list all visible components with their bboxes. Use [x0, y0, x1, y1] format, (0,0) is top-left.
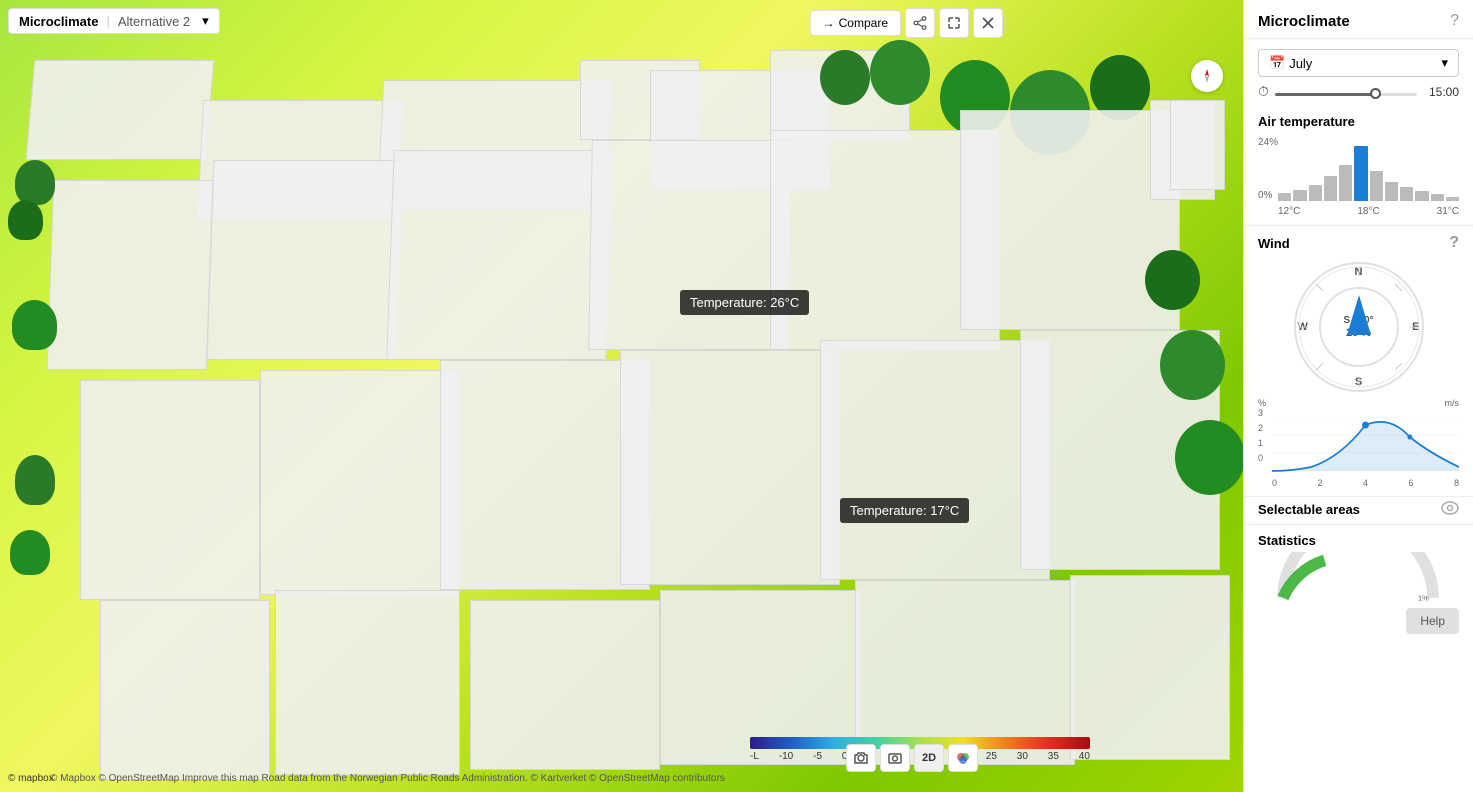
map-attribution: © Mapbox © OpenStreetMap Improve this ma… — [50, 773, 725, 784]
air-temperature-section: 24% 0% 12°C 18°C 31°C — [1244, 133, 1473, 225]
camera-icon-btn[interactable] — [846, 744, 876, 772]
ws-curve — [1272, 417, 1459, 472]
histogram-bars — [1278, 143, 1459, 201]
visibility-icon[interactable] — [1441, 501, 1459, 518]
histogram-bar-4 — [1339, 165, 1352, 201]
2d-mode-btn[interactable]: 2D — [914, 744, 944, 772]
month-selector[interactable]: 📅 July ▾ — [1258, 49, 1459, 77]
top-right-controls: → Compare — [810, 8, 1003, 38]
histogram-bar-9 — [1415, 191, 1428, 201]
histogram-bar-0 — [1278, 193, 1291, 201]
title-dropdown[interactable]: Microclimate | Alternative 2 ▾ — [8, 8, 220, 34]
wind-speed-chart: % m/s 3 2 1 0 — [1258, 398, 1459, 488]
share-button[interactable] — [905, 8, 935, 38]
photo-btn[interactable] — [880, 744, 910, 772]
temperature-tooltip-1: Temperature: 26°C — [680, 290, 809, 315]
panel-header: Microclimate ? — [1244, 0, 1473, 39]
statistics-gauge: 1% — [1258, 552, 1459, 602]
statistics-section: Statistics 1% — [1244, 524, 1473, 608]
wind-help-icon[interactable]: ? — [1449, 234, 1459, 252]
histogram-bar-1 — [1293, 190, 1306, 201]
histogram-y-zero: 0% — [1258, 190, 1272, 201]
wind-direction-arrow — [1347, 295, 1371, 335]
time-slider[interactable] — [1275, 88, 1417, 96]
histogram-bar-8 — [1400, 187, 1413, 201]
bottom-toolbar: 2D — [846, 744, 978, 772]
right-panel: Microclimate ? 📅 July ▾ ⏱ 15:00 Air temp… — [1243, 0, 1473, 792]
histogram-bar-5 — [1354, 146, 1367, 201]
ws-x-labels: 0 2 4 6 8 — [1272, 478, 1459, 488]
close-button[interactable] — [973, 8, 1003, 38]
ws-y-ticks: 3 2 1 0 — [1258, 408, 1263, 463]
time-value: 15:00 — [1423, 85, 1459, 99]
histogram-bar-3 — [1324, 176, 1337, 201]
expand-button[interactable] — [939, 8, 969, 38]
selectable-areas-section: Selectable areas — [1244, 496, 1473, 524]
map-view[interactable]: Temperature: 26°C Temperature: 17°C -L -… — [0, 0, 1243, 792]
svg-text:1%: 1% — [1418, 593, 1429, 602]
histogram-bar-10 — [1431, 194, 1444, 201]
histogram-x-labels: 12°C 18°C 31°C — [1278, 206, 1459, 217]
compass-button[interactable] — [1191, 60, 1223, 92]
air-temperature-header: Air temperature — [1244, 106, 1473, 133]
histogram-bar-7 — [1385, 182, 1398, 201]
histogram-bar-2 — [1309, 185, 1322, 202]
histogram-bar-6 — [1370, 171, 1383, 201]
histogram-bar-11 — [1446, 197, 1459, 201]
help-button[interactable]: Help — [1406, 608, 1459, 634]
temperature-tooltip-2: Temperature: 17°C — [840, 498, 969, 523]
compare-button[interactable]: → Compare — [810, 10, 901, 36]
help-icon[interactable]: ? — [1450, 12, 1459, 30]
histogram-y-max: 24% — [1258, 137, 1278, 148]
color-mode-btn[interactable] — [948, 744, 978, 772]
panel-title: Microclimate — [1258, 13, 1350, 30]
wind-section: Wind ? N S E W — [1244, 225, 1473, 496]
ws-unit-label: m/s — [1445, 398, 1460, 408]
ws-y-label: % — [1258, 398, 1266, 408]
time-row: ⏱ 15:00 — [1258, 83, 1459, 100]
wind-compass: N S E W S 180° 28 % — [1294, 262, 1424, 392]
clock-icon: ⏱ — [1258, 83, 1269, 100]
mapbox-logo: © mapbox — [8, 773, 54, 784]
